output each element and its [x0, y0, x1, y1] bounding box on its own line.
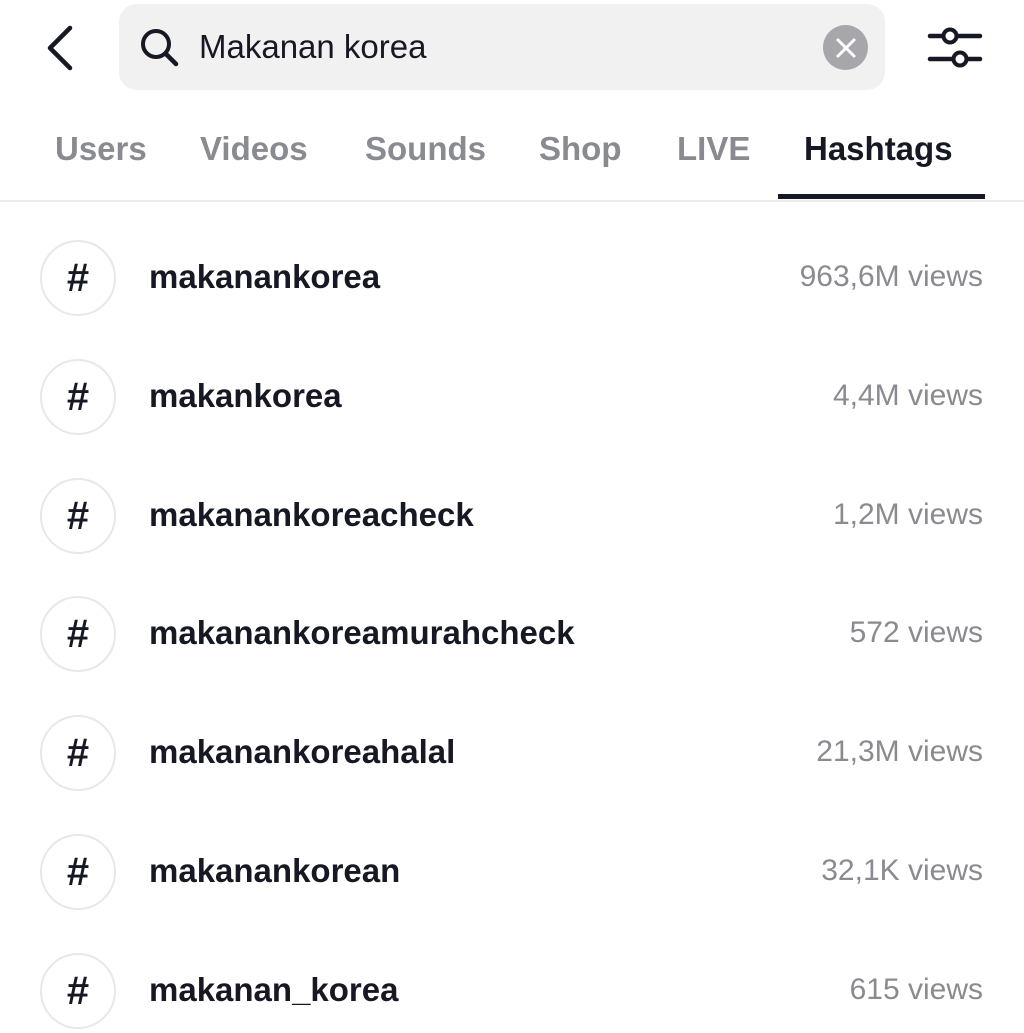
hashtag-views: 615 views: [849, 973, 983, 1006]
top-bar: [0, 0, 1024, 96]
hashtag-views: 1,2M views: [832, 498, 983, 531]
hashtag-name: makanankorean: [149, 852, 401, 889]
hashtag-icon: #: [40, 953, 116, 1029]
tab-live[interactable]: LIVE: [677, 130, 750, 168]
hashtag-icon: #: [40, 834, 116, 910]
search-input[interactable]: [199, 24, 799, 70]
clear-search-button[interactable]: [823, 25, 868, 70]
tab-sounds[interactable]: Sounds: [365, 130, 486, 168]
hashtag-icon: #: [40, 240, 116, 316]
close-icon: [836, 38, 855, 57]
tab-users[interactable]: Users: [55, 130, 147, 168]
hashtag-views: 32,1K views: [821, 854, 983, 887]
tab-hashtags[interactable]: Hashtags: [804, 130, 953, 168]
hashtag-row[interactable]: # makanankorean 32,1K views: [0, 796, 1024, 914]
active-tab-indicator: [778, 194, 985, 199]
filter-button[interactable]: [925, 22, 985, 72]
hashtag-icon: #: [40, 478, 116, 554]
hashtag-name: makanan_korea: [149, 971, 399, 1008]
hashtag-views: 572 views: [849, 616, 983, 649]
hashtag-name: makanankorea: [149, 258, 381, 295]
hashtag-row[interactable]: # makanankorea 963,6M views: [0, 202, 1024, 320]
search-box[interactable]: [119, 4, 885, 90]
hashtag-row[interactable]: # makanan_korea 615 views: [0, 915, 1024, 1033]
hashtag-views: 963,6M views: [799, 260, 983, 293]
hashtag-icon: #: [40, 359, 116, 435]
hashtag-icon: #: [40, 596, 116, 672]
hashtag-name: makanankoreahalal: [149, 733, 456, 770]
hashtag-name: makankorea: [149, 377, 342, 414]
hashtag-name: makanankoreamurahcheck: [149, 614, 575, 651]
tab-videos[interactable]: Videos: [200, 130, 308, 168]
hashtag-icon: #: [40, 715, 116, 791]
sliders-icon: [927, 27, 983, 68]
back-button[interactable]: [36, 22, 84, 74]
tab-bar: Users Videos Sounds Shop LIVE Hashtags: [0, 110, 1024, 202]
chevron-left-icon: [47, 25, 73, 71]
hashtag-row[interactable]: # makanankoreahalal 21,3M views: [0, 677, 1024, 795]
hashtag-row[interactable]: # makanankoreamurahcheck 572 views: [0, 558, 1024, 676]
hashtag-name: makanankoreacheck: [149, 496, 474, 533]
hashtag-views: 21,3M views: [816, 735, 983, 768]
search-icon: [141, 29, 179, 67]
tab-shop[interactable]: Shop: [539, 130, 621, 168]
hashtag-row[interactable]: # makanankoreacheck 1,2M views: [0, 440, 1024, 558]
hashtag-views: 4,4M views: [832, 379, 983, 412]
hashtag-row[interactable]: # makankorea 4,4M views: [0, 321, 1024, 439]
